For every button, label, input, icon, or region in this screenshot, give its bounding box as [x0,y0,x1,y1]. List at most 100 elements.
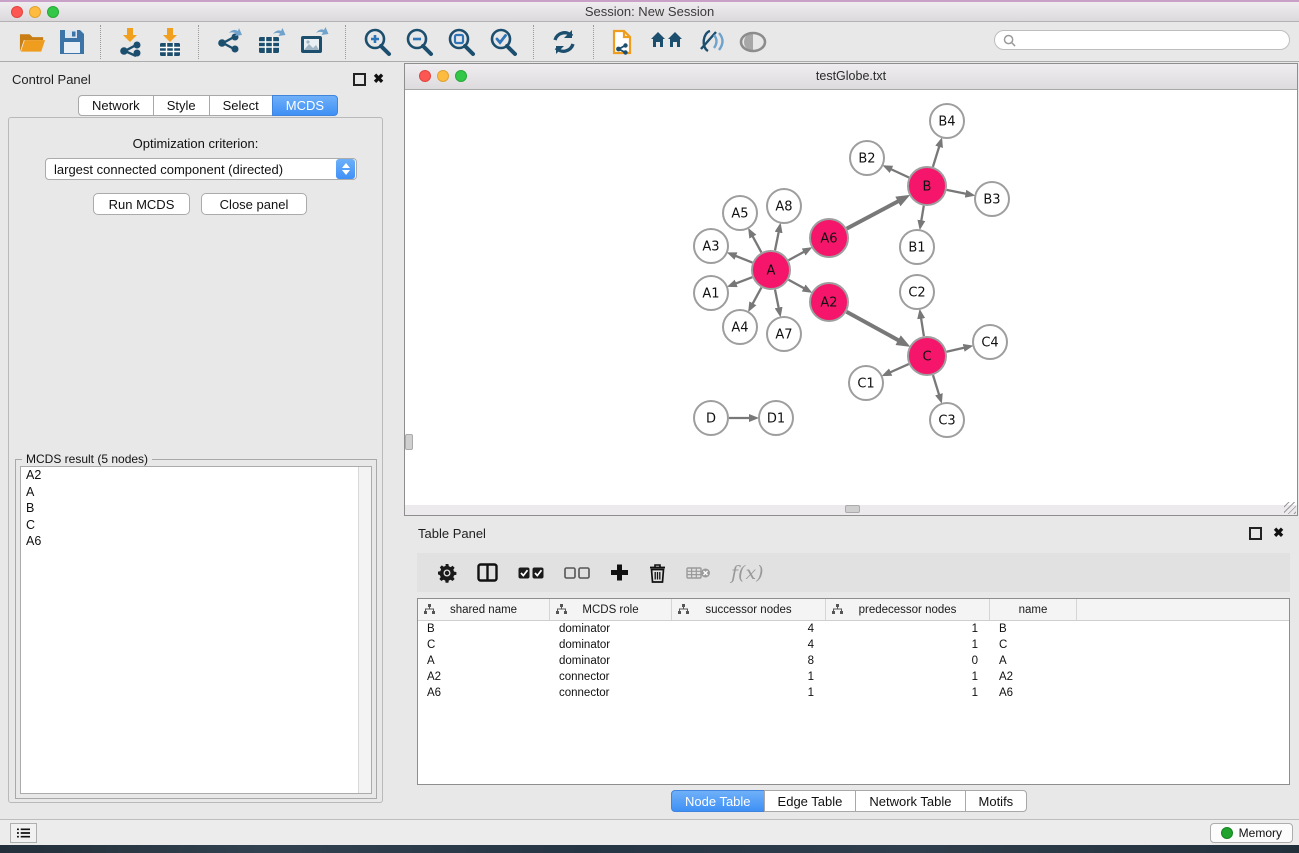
graphics-details-button[interactable] [690,29,732,55]
network-graph[interactable]: B4B2BB3A8A5A6A3B1AC2A1A2A4A7C4CC1DD1C3 [405,90,1297,507]
minimize-window-button[interactable] [29,6,41,18]
cell-mcds-role[interactable]: dominator [550,655,672,667]
graph-edge-A2-C[interactable] [847,312,900,341]
cell-shared-name[interactable]: A6 [418,687,550,699]
close-panel-button[interactable]: Close panel [201,193,307,215]
zoom-selected-button[interactable] [482,27,524,57]
save-session-button[interactable] [53,29,91,55]
close-table-panel-icon[interactable]: ✖ [1273,526,1284,539]
export-network-button[interactable] [209,27,251,57]
tab-network-table[interactable]: Network Table [855,790,965,812]
graph-node-C1[interactable]: C1 [849,366,883,400]
cell-name[interactable]: C [990,639,1077,651]
horizontal-scrollbar-thumb[interactable] [845,505,860,513]
graph-node-B3[interactable]: B3 [975,182,1009,216]
delete-table-button[interactable] [676,566,721,580]
graph-node-D[interactable]: D [694,401,728,435]
network-close-button[interactable] [419,70,431,82]
refresh-button[interactable] [544,28,584,56]
graph-node-A8[interactable]: A8 [767,189,801,223]
cell-shared-name[interactable]: A2 [418,671,550,683]
export-table-button[interactable] [251,27,293,57]
run-mcds-button[interactable]: Run MCDS [93,193,190,215]
float-table-panel-icon[interactable] [1249,527,1262,540]
tab-edge-table[interactable]: Edge Table [764,790,857,812]
mcds-result-list[interactable]: A2ABCA6 [20,466,372,794]
close-window-button[interactable] [11,6,23,18]
window-resize-grip[interactable] [1284,502,1296,514]
result-item-b[interactable]: B [21,500,371,517]
cell-successor-nodes[interactable]: 1 [672,671,826,683]
graph-node-A1[interactable]: A1 [694,276,728,310]
memory-button[interactable]: Memory [1210,823,1293,843]
open-session-button[interactable] [12,29,53,55]
graph-node-C4[interactable]: C4 [973,325,1007,359]
network-window-titlebar[interactable]: testGlobe.txt [405,64,1297,90]
graph-edge-B-B1[interactable] [921,206,924,222]
tab-network[interactable]: Network [78,95,154,116]
cell-name[interactable]: A6 [990,687,1077,699]
criterion-dropdown[interactable]: largest connected component (directed) [45,158,357,180]
graph-edge-A-A5[interactable] [752,236,761,253]
network-canvas[interactable]: B4B2BB3A8A5A6A3B1AC2A1A2A4A7C4CC1DD1C3 [405,90,1297,505]
graph-node-B[interactable]: B [908,167,946,205]
result-item-a[interactable]: A [21,484,371,501]
graph-node-A7[interactable]: A7 [767,317,801,351]
cell-shared-name[interactable]: C [418,639,550,651]
cell-predecessor-nodes[interactable]: 1 [826,671,990,683]
graph-edge-A-A7[interactable] [775,290,779,309]
node-table[interactable]: shared nameMCDS rolesuccessor nodesprede… [417,598,1290,785]
graph-edge-A-A3[interactable] [735,256,752,263]
column-header-name[interactable]: name [990,599,1077,620]
cell-shared-name[interactable]: A [418,655,550,667]
cell-mcds-role[interactable]: connector [550,671,672,683]
tab-mcds[interactable]: MCDS [272,95,338,116]
tab-style[interactable]: Style [153,95,210,116]
cell-successor-nodes[interactable]: 4 [672,623,826,635]
function-builder-button[interactable]: f(x) [721,562,774,584]
show-panel-list-button[interactable] [10,823,37,843]
network-minimize-button[interactable] [437,70,449,82]
column-header-successor-nodes[interactable]: successor nodes [672,599,826,620]
graph-node-A4[interactable]: A4 [723,310,757,344]
graph-node-A2[interactable]: A2 [810,283,848,321]
graph-edge-B-B2[interactable] [891,169,909,178]
table-row[interactable]: A2connector11A2 [418,669,1289,685]
graph-edge-A-A6[interactable] [789,252,805,261]
column-header-predecessor-nodes[interactable]: predecessor nodes [826,599,990,620]
import-table-button[interactable] [151,27,189,57]
cell-mcds-role[interactable]: dominator [550,623,672,635]
cell-predecessor-nodes[interactable]: 1 [826,687,990,699]
graph-edge-A-A1[interactable] [735,277,752,284]
export-image-button[interactable] [293,27,336,57]
graph-edge-C-C1[interactable] [890,364,909,372]
table-settings-button[interactable] [427,563,467,583]
close-panel-icon[interactable]: ✖ [373,72,384,85]
column-header-shared-name[interactable]: shared name [418,599,550,620]
cell-predecessor-nodes[interactable]: 0 [826,655,990,667]
graph-node-B1[interactable]: B1 [900,230,934,264]
zoom-in-button[interactable] [356,27,398,57]
table-row[interactable]: Cdominator41C [418,637,1289,653]
graph-edge-C-C2[interactable] [921,318,924,337]
column-header-mcds-role[interactable]: MCDS role [550,599,672,620]
graph-node-C3[interactable]: C3 [930,403,964,437]
graph-node-C[interactable]: C [908,337,946,375]
select-all-button[interactable] [508,567,554,579]
graph-edge-A6-B[interactable] [847,201,899,229]
tab-motifs[interactable]: Motifs [965,790,1028,812]
vertical-scrollbar-thumb[interactable] [405,434,413,450]
graph-edge-A-A8[interactable] [775,232,779,251]
cell-predecessor-nodes[interactable]: 1 [826,623,990,635]
network-zoom-button[interactable] [455,70,467,82]
result-item-c[interactable]: C [21,517,371,534]
graph-node-A6[interactable]: A6 [810,219,848,257]
search-input[interactable] [1021,32,1281,48]
add-column-button[interactable] [600,563,639,582]
delete-column-button[interactable] [639,563,676,583]
cell-successor-nodes[interactable]: 1 [672,687,826,699]
cell-shared-name[interactable]: B [418,623,550,635]
cell-name[interactable]: A [990,655,1077,667]
float-panel-icon[interactable] [353,73,366,86]
graph-node-B4[interactable]: B4 [930,104,964,138]
